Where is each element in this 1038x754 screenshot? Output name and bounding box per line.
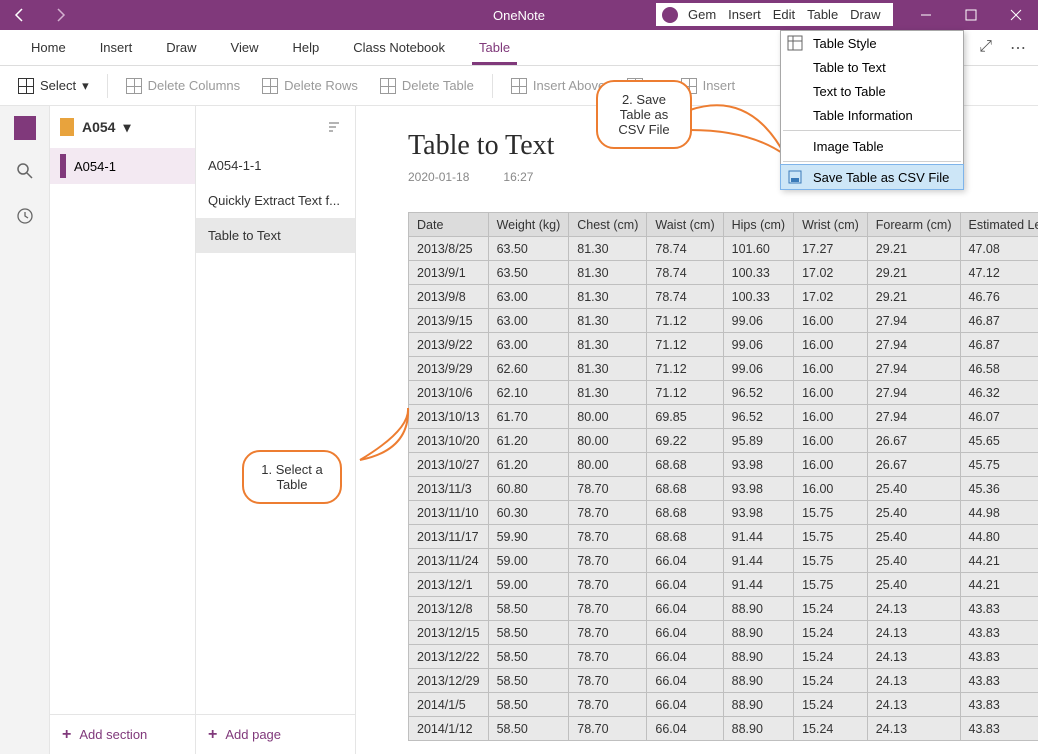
gem-toolbar: Gem Insert Edit Table Draw [656, 3, 893, 26]
data-table[interactable]: DateWeight (kg)Chest (cm)Waist (cm)Hips … [408, 212, 1038, 741]
gem-table-menu: Table Style Table to Text Text to Table … [780, 30, 964, 190]
more-icon[interactable]: ⋯ [1010, 38, 1026, 58]
mi-image-table[interactable]: Image Table [781, 134, 963, 158]
page-content: Table to Text 2020-01-18 16:27 DateWeigh… [356, 106, 1038, 754]
plus-icon: + [208, 726, 217, 744]
table-header: Forearm (cm) [867, 213, 960, 237]
table-style-icon [787, 35, 803, 51]
page-item[interactable]: A054-1-1 [196, 148, 355, 183]
gem-menu-draw[interactable]: Draw [844, 7, 886, 22]
page-date: 2020-01-18 [408, 170, 469, 184]
table-row[interactable]: 2013/8/2563.5081.3078.74101.6017.2729.21… [409, 237, 1038, 261]
table-row[interactable]: 2013/12/2958.5078.7066.0488.9015.2424.13… [409, 669, 1038, 693]
app-title: OneNote [493, 8, 545, 23]
gem-menu-table[interactable]: Table [801, 7, 844, 22]
gem-menu-edit[interactable]: Edit [767, 7, 801, 22]
tab-help[interactable]: Help [276, 30, 337, 66]
workspace: A054 ▾ A054-1 + Add section A054-1-1Quic… [0, 106, 1038, 754]
window-controls [903, 0, 1038, 30]
delete-rows-action[interactable]: Delete Rows [254, 72, 366, 100]
table-row[interactable]: 2013/11/1060.3078.7068.6893.9815.7525.40… [409, 501, 1038, 525]
mi-save-csv[interactable]: Save Table as CSV File [781, 165, 963, 189]
table-row[interactable]: 2013/9/163.5081.3078.74100.3317.0229.214… [409, 261, 1038, 285]
table-row[interactable]: 2013/11/2459.0078.7066.0491.4415.7525.40… [409, 549, 1038, 573]
gem-icon [662, 7, 678, 23]
page-item[interactable]: Table to Text [196, 218, 355, 253]
chevron-down-icon: ▾ [123, 119, 130, 136]
notebook-color-icon [60, 118, 74, 136]
table-row[interactable]: 2013/9/2263.0081.3071.1299.0616.0027.944… [409, 333, 1038, 357]
page-time: 16:27 [503, 170, 533, 184]
recent-icon[interactable] [16, 207, 34, 230]
gem-menu-insert[interactable]: Insert [722, 7, 767, 22]
page-item[interactable]: Quickly Extract Text f... [196, 183, 355, 218]
table-row[interactable]: 2013/9/2962.6081.3071.1299.0616.0027.944… [409, 357, 1038, 381]
add-section-button[interactable]: + Add section [50, 714, 195, 754]
table-row[interactable]: 2013/10/2761.2080.0068.6893.9816.0026.67… [409, 453, 1038, 477]
callout-select-table: 1. Select a Table [242, 450, 342, 504]
table-header: Waist (cm) [647, 213, 723, 237]
maximize-button[interactable] [948, 0, 993, 30]
sort-icon[interactable] [196, 106, 355, 148]
tab-view[interactable]: View [214, 30, 276, 66]
section-column: A054 ▾ A054-1 + Add section [50, 106, 196, 754]
tab-draw[interactable]: Draw [149, 30, 213, 66]
notebook-header[interactable]: A054 ▾ [50, 106, 195, 148]
table-row[interactable]: 2013/10/2061.2080.0069.2295.8916.0026.67… [409, 429, 1038, 453]
table-header: Hips (cm) [723, 213, 793, 237]
table-row[interactable]: 2014/1/1258.5078.7066.0488.9015.2424.134… [409, 717, 1038, 741]
table-header: Weight (kg) [488, 213, 569, 237]
section-label: A054-1 [74, 159, 116, 174]
tab-home[interactable]: Home [14, 30, 83, 66]
save-csv-icon [787, 169, 803, 185]
table-header: Chest (cm) [569, 213, 647, 237]
minimize-button[interactable] [903, 0, 948, 30]
left-rail [0, 106, 50, 754]
notebook-name: A054 [82, 119, 115, 135]
select-action[interactable]: Select▾ [10, 72, 97, 100]
delete-table-action[interactable]: Delete Table [372, 72, 482, 100]
table-row[interactable]: 2013/12/858.5078.7066.0488.9015.2424.134… [409, 597, 1038, 621]
forward-button[interactable] [40, 0, 80, 30]
plus-icon: + [62, 726, 71, 744]
table-header: Date [409, 213, 489, 237]
table-header: Wrist (cm) [794, 213, 868, 237]
tab-insert[interactable]: Insert [83, 30, 150, 66]
gem-menu-gem[interactable]: Gem [682, 7, 722, 22]
table-row[interactable]: 2013/9/863.0081.3078.74100.3317.0229.214… [409, 285, 1038, 309]
table-row[interactable]: 2013/10/662.1081.3071.1296.5216.0027.944… [409, 381, 1038, 405]
tab-table[interactable]: Table [462, 30, 527, 66]
close-button[interactable] [993, 0, 1038, 30]
titlebar: OneNote Gem Insert Edit Table Draw [0, 0, 1038, 30]
section-item[interactable]: A054-1 [50, 148, 195, 184]
section-color-bar [60, 154, 66, 178]
mi-table-style[interactable]: Table Style [781, 31, 963, 55]
table-row[interactable]: 2013/11/1759.9078.7068.6891.4415.7525.40… [409, 525, 1038, 549]
add-page-button[interactable]: + Add page [196, 714, 355, 754]
table-row[interactable]: 2014/1/558.5078.7066.0488.9015.2424.1343… [409, 693, 1038, 717]
table-row[interactable]: 2013/11/360.8078.7068.6893.9816.0025.404… [409, 477, 1038, 501]
mi-table-to-text[interactable]: Table to Text [781, 55, 963, 79]
table-row[interactable]: 2013/10/1361.7080.0069.8596.5216.0027.94… [409, 405, 1038, 429]
table-row[interactable]: 2013/12/1558.5078.7066.0488.9015.2424.13… [409, 621, 1038, 645]
mi-table-information[interactable]: Table Information [781, 103, 963, 127]
callout-save-csv: 2. Save Table as CSV File [596, 80, 692, 149]
delete-columns-action[interactable]: Delete Columns [118, 72, 249, 100]
table-row[interactable]: 2013/9/1563.0081.3071.1299.0616.0027.944… [409, 309, 1038, 333]
tab-class-notebook[interactable]: Class Notebook [336, 30, 462, 66]
notebook-icon[interactable] [14, 116, 36, 140]
search-icon[interactable] [16, 162, 34, 185]
table-row[interactable]: 2013/12/159.0078.7066.0491.4415.7525.404… [409, 573, 1038, 597]
back-button[interactable] [0, 0, 40, 30]
table-header: Estimated Lean [960, 213, 1038, 237]
table-row[interactable]: 2013/12/2258.5078.7066.0488.9015.2424.13… [409, 645, 1038, 669]
mi-text-to-table[interactable]: Text to Table [781, 79, 963, 103]
fullscreen-icon[interactable]: ⤢ [979, 38, 992, 58]
